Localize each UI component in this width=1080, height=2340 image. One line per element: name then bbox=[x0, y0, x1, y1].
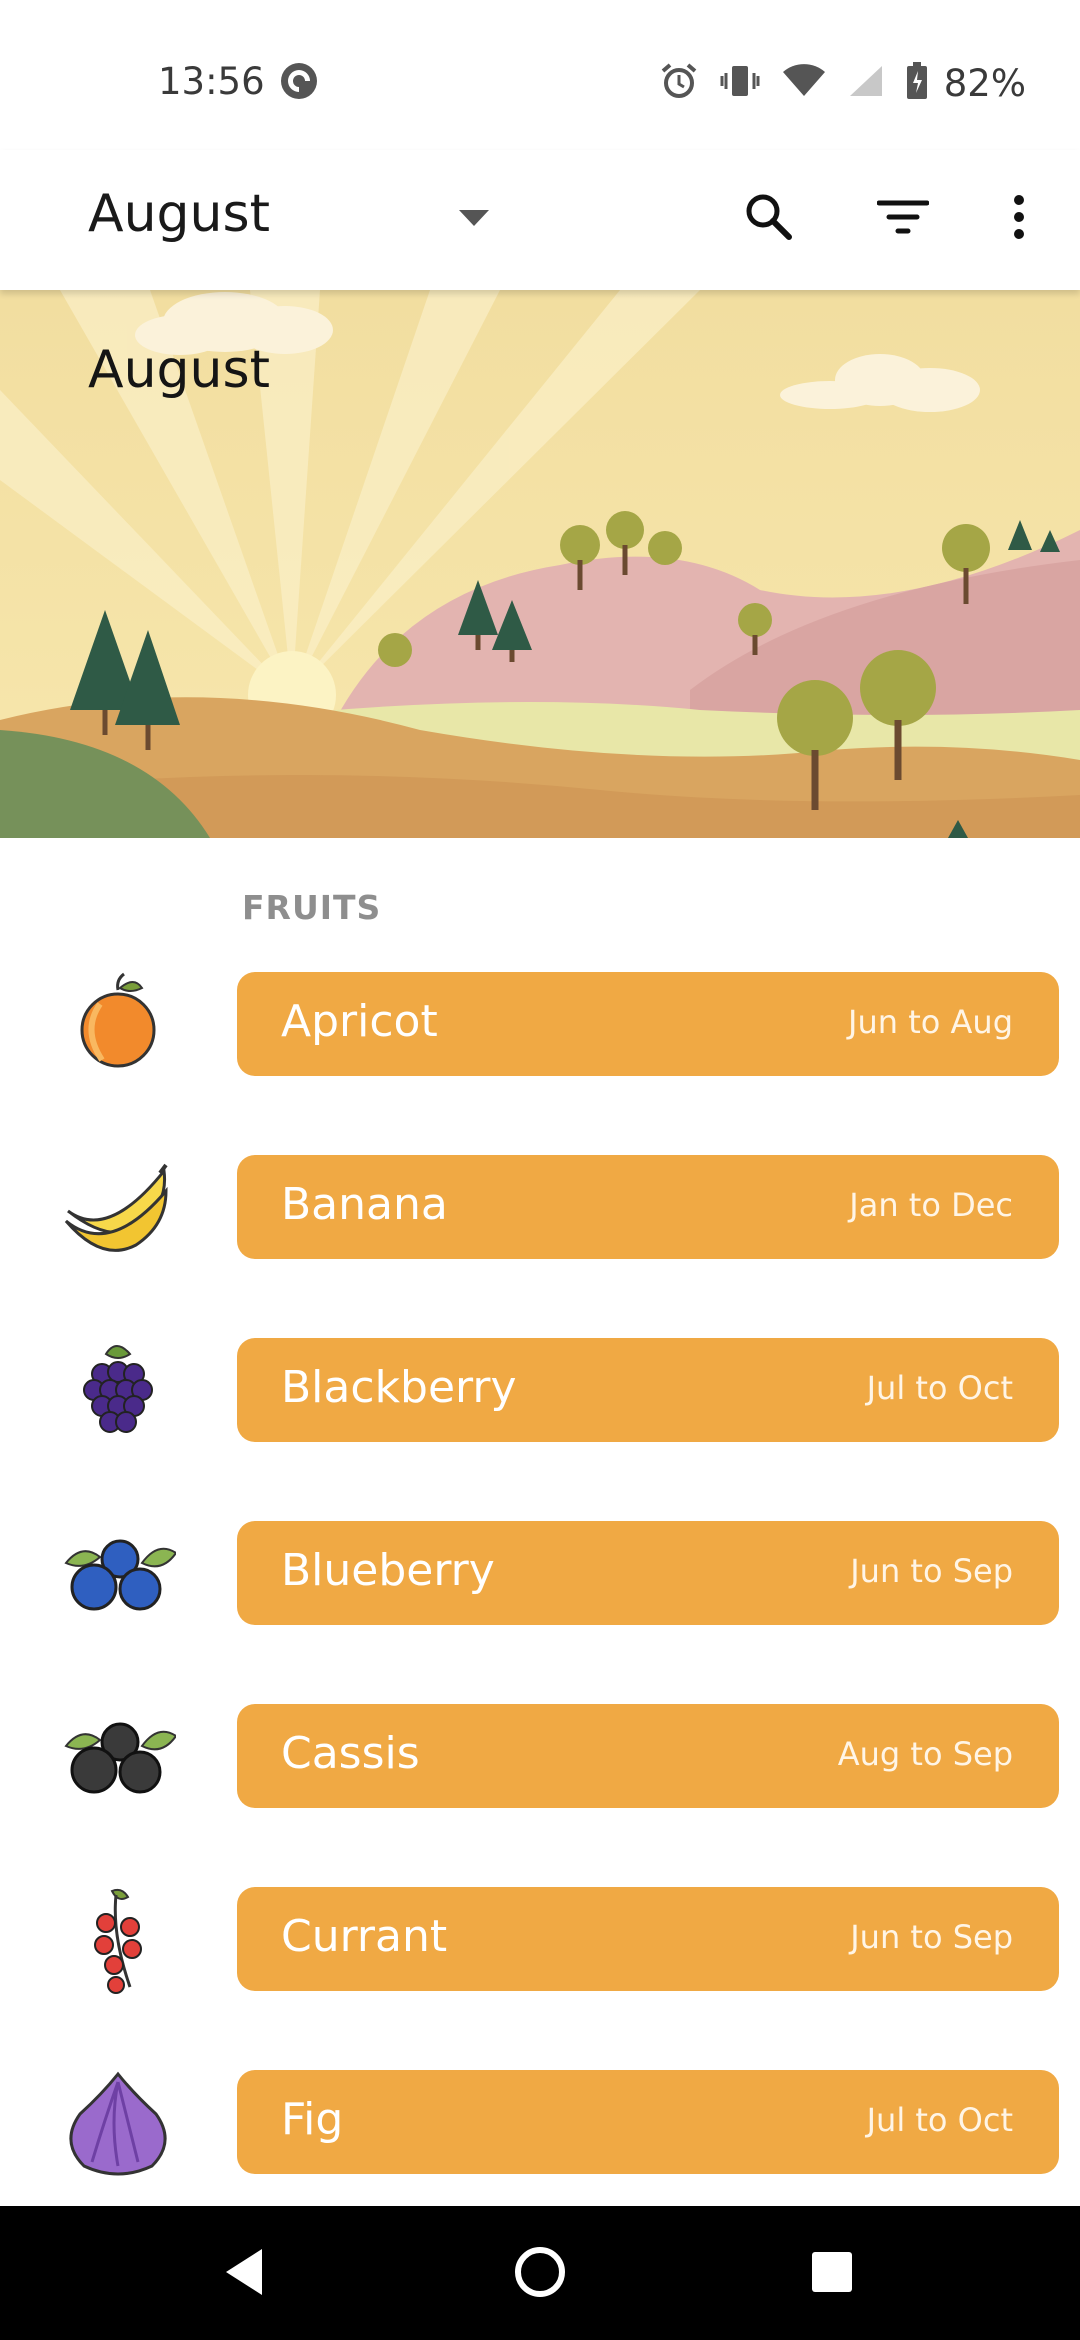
fruit-season: Jan to Dec bbox=[849, 1186, 1013, 1224]
fruit-name: Apricot bbox=[281, 996, 438, 1047]
banana-icon bbox=[60, 1151, 176, 1263]
fruit-season: Jul to Oct bbox=[866, 1369, 1013, 1407]
banner-month-title: August bbox=[88, 340, 270, 400]
pocket-casts-icon bbox=[279, 61, 319, 101]
fruit-button-currant[interactable]: Currant Jun to Sep bbox=[237, 1887, 1059, 1991]
status-icons: 82% bbox=[660, 58, 1026, 108]
alarm-icon bbox=[660, 62, 698, 104]
blueberry-icon bbox=[60, 1517, 178, 1629]
search-icon bbox=[743, 191, 795, 247]
wifi-icon bbox=[782, 64, 826, 102]
dropdown-arrow-icon[interactable] bbox=[457, 206, 491, 230]
back-button[interactable] bbox=[196, 2226, 292, 2322]
fruit-button-banana[interactable]: Banana Jan to Dec bbox=[237, 1155, 1059, 1259]
status-bar: 13:56 82% bbox=[0, 0, 1080, 150]
battery-charging-icon bbox=[906, 62, 928, 104]
home-icon bbox=[513, 2245, 567, 2303]
fruit-season: Jul to Oct bbox=[866, 2101, 1013, 2139]
section-header-fruits: FRUITS bbox=[242, 888, 382, 927]
back-icon bbox=[222, 2247, 266, 2301]
fruit-season: Jun to Aug bbox=[848, 1003, 1013, 1041]
list-item[interactable]: Blueberry Jun to Sep bbox=[0, 1521, 1080, 1625]
filter-button[interactable] bbox=[868, 184, 938, 254]
list-item[interactable]: Banana Jan to Dec bbox=[0, 1155, 1080, 1259]
fruit-name: Blackberry bbox=[281, 1362, 517, 1413]
fruit-name: Banana bbox=[281, 1179, 448, 1230]
battery-percentage: 82% bbox=[943, 61, 1026, 105]
system-navigation-bar bbox=[0, 2206, 1080, 2340]
fruit-button-fig[interactable]: Fig Jul to Oct bbox=[237, 2070, 1059, 2174]
fruit-button-blueberry[interactable]: Blueberry Jun to Sep bbox=[237, 1521, 1059, 1625]
fruit-season: Jun to Sep bbox=[850, 1918, 1013, 1956]
search-button[interactable] bbox=[734, 184, 804, 254]
fruit-name: Blueberry bbox=[281, 1545, 495, 1596]
blackberry-icon bbox=[60, 1334, 176, 1446]
vibrate-icon bbox=[720, 64, 760, 102]
app-toolbar: August bbox=[0, 150, 1080, 290]
more-options-button[interactable] bbox=[984, 184, 1054, 254]
filter-icon bbox=[876, 197, 930, 241]
home-button[interactable] bbox=[492, 2226, 588, 2322]
fruit-season: Jun to Sep bbox=[850, 1552, 1013, 1590]
fruit-button-apricot[interactable]: Apricot Jun to Aug bbox=[237, 972, 1059, 1076]
cassis-icon bbox=[60, 1700, 178, 1812]
fruit-name: Cassis bbox=[281, 1728, 420, 1779]
list-item[interactable]: Currant Jun to Sep bbox=[0, 1887, 1080, 1994]
fruit-button-cassis[interactable]: Cassis Aug to Sep bbox=[237, 1704, 1059, 1808]
recents-button[interactable] bbox=[784, 2226, 880, 2322]
month-banner: August bbox=[0, 290, 1080, 838]
currant-icon bbox=[60, 1883, 176, 1995]
list-item[interactable]: Blackberry Jul to Oct bbox=[0, 1338, 1080, 1442]
list-item[interactable]: Cassis Aug to Sep bbox=[0, 1704, 1080, 1808]
apricot-icon bbox=[60, 968, 176, 1080]
fig-icon bbox=[60, 2066, 176, 2178]
fruit-button-blackberry[interactable]: Blackberry Jul to Oct bbox=[237, 1338, 1059, 1442]
fruit-name: Fig bbox=[281, 2094, 344, 2145]
recents-icon bbox=[810, 2250, 854, 2298]
list-item[interactable]: Fig Jul to Oct bbox=[0, 2070, 1080, 2176]
month-selector-label[interactable]: August bbox=[88, 184, 270, 244]
cellular-signal-icon bbox=[848, 64, 884, 102]
status-time: 13:56 bbox=[158, 60, 265, 103]
fruit-name: Currant bbox=[281, 1911, 448, 1962]
list-item[interactable]: Apricot Jun to Aug bbox=[0, 972, 1080, 1076]
more-vert-icon bbox=[1011, 193, 1027, 245]
fruit-season: Aug to Sep bbox=[837, 1735, 1013, 1773]
